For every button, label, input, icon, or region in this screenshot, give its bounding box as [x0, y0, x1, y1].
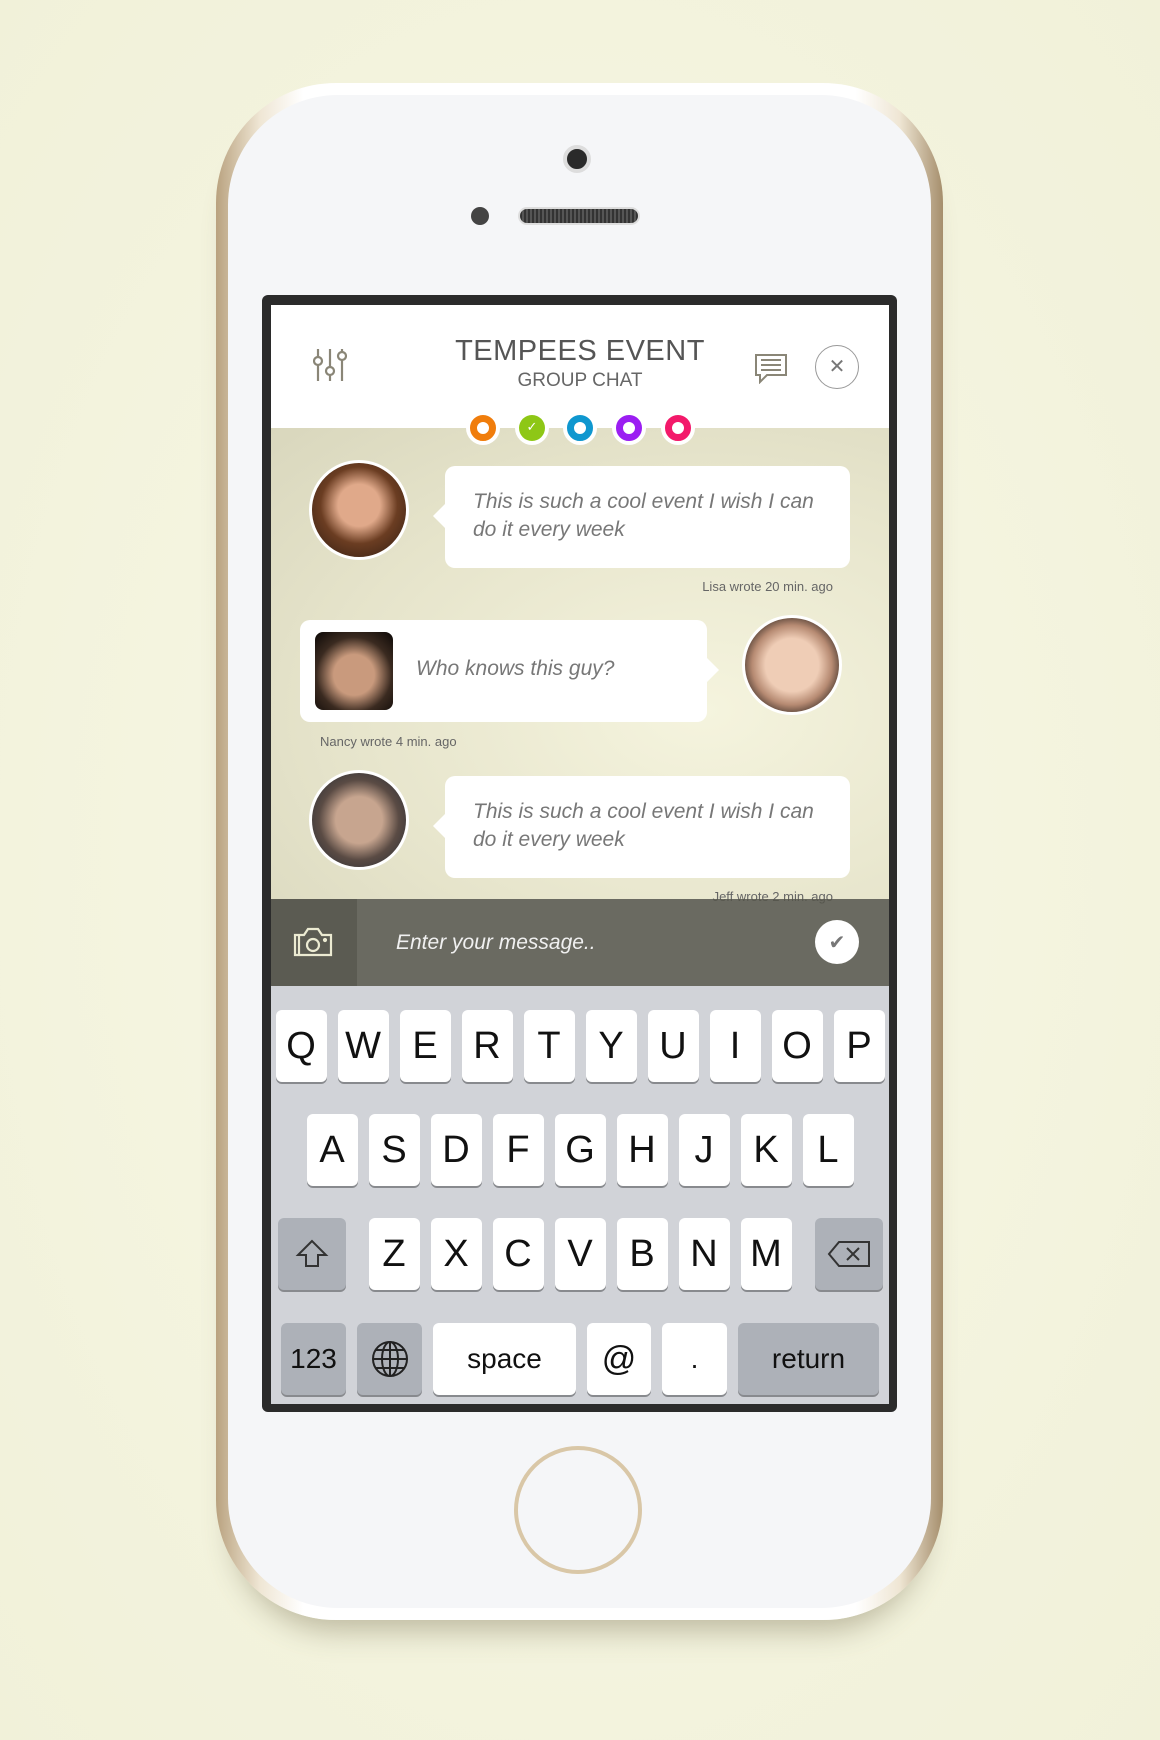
key-t[interactable]: T [523, 1010, 575, 1082]
message-text: This is such a cool event I wish I can [473, 800, 814, 823]
participant-filter[interactable] [563, 411, 597, 445]
ring-icon [616, 415, 642, 441]
message-bubble: This is such a cool event I wish I can d… [433, 776, 850, 878]
key-b[interactable]: B [616, 1218, 668, 1290]
key-h[interactable]: H [616, 1114, 668, 1186]
front-camera [563, 145, 591, 173]
key-z[interactable]: Z [368, 1218, 420, 1290]
globe-key[interactable] [357, 1323, 422, 1395]
message-text: do it every week [473, 518, 625, 541]
header: TEMPEES EVENT GROUP CHAT ✕ [271, 305, 889, 428]
check-icon: ✔ [828, 930, 846, 954]
close-button[interactable]: ✕ [815, 345, 859, 389]
camera-icon[interactable] [293, 927, 333, 957]
avatar-lisa[interactable] [309, 460, 409, 560]
key-r[interactable]: R [461, 1010, 513, 1082]
key-a[interactable]: A [306, 1114, 358, 1186]
backspace-key[interactable] [814, 1218, 883, 1290]
page-title: TEMPEES EVENT [455, 335, 705, 367]
space-key[interactable]: space [433, 1323, 576, 1395]
key-v[interactable]: V [554, 1218, 606, 1290]
key-e[interactable]: E [399, 1010, 451, 1082]
message-meta: Nancy wrote 4 min. ago [320, 734, 457, 749]
message-input[interactable] [396, 925, 796, 961]
globe-icon [371, 1341, 408, 1377]
return-key[interactable]: return [738, 1323, 879, 1395]
screen: TEMPEES EVENT GROUP CHAT ✕ This is such … [271, 305, 889, 1404]
key-i[interactable]: I [709, 1010, 761, 1082]
key-f[interactable]: F [492, 1114, 544, 1186]
key-w[interactable]: W [337, 1010, 389, 1082]
key-m[interactable]: M [740, 1218, 792, 1290]
ring-icon [665, 415, 691, 441]
participant-filter[interactable]: ✓ [515, 411, 549, 445]
key-c[interactable]: C [492, 1218, 544, 1290]
message-meta: Lisa wrote 20 min. ago [702, 579, 833, 594]
backspace-icon [827, 1241, 870, 1267]
check-icon: ✓ [519, 415, 545, 441]
message-text: Who knows this guy? [416, 657, 615, 680]
message-text: This is such a cool event I wish I can [473, 490, 814, 513]
key-n[interactable]: N [678, 1218, 730, 1290]
send-button[interactable]: ✔ [815, 920, 859, 964]
period-key[interactable]: . [662, 1323, 727, 1395]
keyboard: QWERTYUIOP ASDFGHJKL ZXCVBNM 123 space @… [271, 986, 889, 1404]
shared-photo[interactable] [315, 632, 393, 710]
key-p[interactable]: P [833, 1010, 885, 1082]
proximity-sensor [471, 207, 489, 225]
participant-filter[interactable] [612, 411, 646, 445]
key-k[interactable]: K [740, 1114, 792, 1186]
message-composer: ✔ [271, 899, 889, 986]
message-text: do it every week [473, 828, 625, 851]
ring-icon [470, 415, 496, 441]
at-key[interactable]: @ [587, 1323, 651, 1395]
key-j[interactable]: J [678, 1114, 730, 1186]
shift-key[interactable] [277, 1218, 346, 1290]
key-d[interactable]: D [430, 1114, 482, 1186]
home-button[interactable] [514, 1446, 642, 1574]
chat-icon[interactable] [755, 354, 787, 384]
earpiece-speaker [518, 207, 640, 225]
participant-filter[interactable] [466, 411, 500, 445]
key-u[interactable]: U [647, 1010, 699, 1082]
message-bubble: This is such a cool event I wish I can d… [433, 466, 850, 568]
page-subtitle: GROUP CHAT [517, 370, 643, 391]
shift-icon [295, 1239, 328, 1267]
key-x[interactable]: X [430, 1218, 482, 1290]
message-bubble: Who knows this guy? [300, 620, 719, 722]
numbers-key[interactable]: 123 [281, 1323, 346, 1395]
key-q[interactable]: Q [275, 1010, 327, 1082]
close-icon: ✕ [828, 354, 846, 378]
participant-filter[interactable] [661, 411, 695, 445]
chat-area: This is such a cool event I wish I can d… [271, 428, 889, 904]
key-g[interactable]: G [554, 1114, 606, 1186]
key-s[interactable]: S [368, 1114, 420, 1186]
ring-icon [567, 415, 593, 441]
avatar-jeff[interactable] [309, 770, 409, 870]
key-o[interactable]: O [771, 1010, 823, 1082]
key-y[interactable]: Y [585, 1010, 637, 1082]
key-l[interactable]: L [802, 1114, 854, 1186]
avatar-nancy[interactable] [742, 615, 842, 715]
